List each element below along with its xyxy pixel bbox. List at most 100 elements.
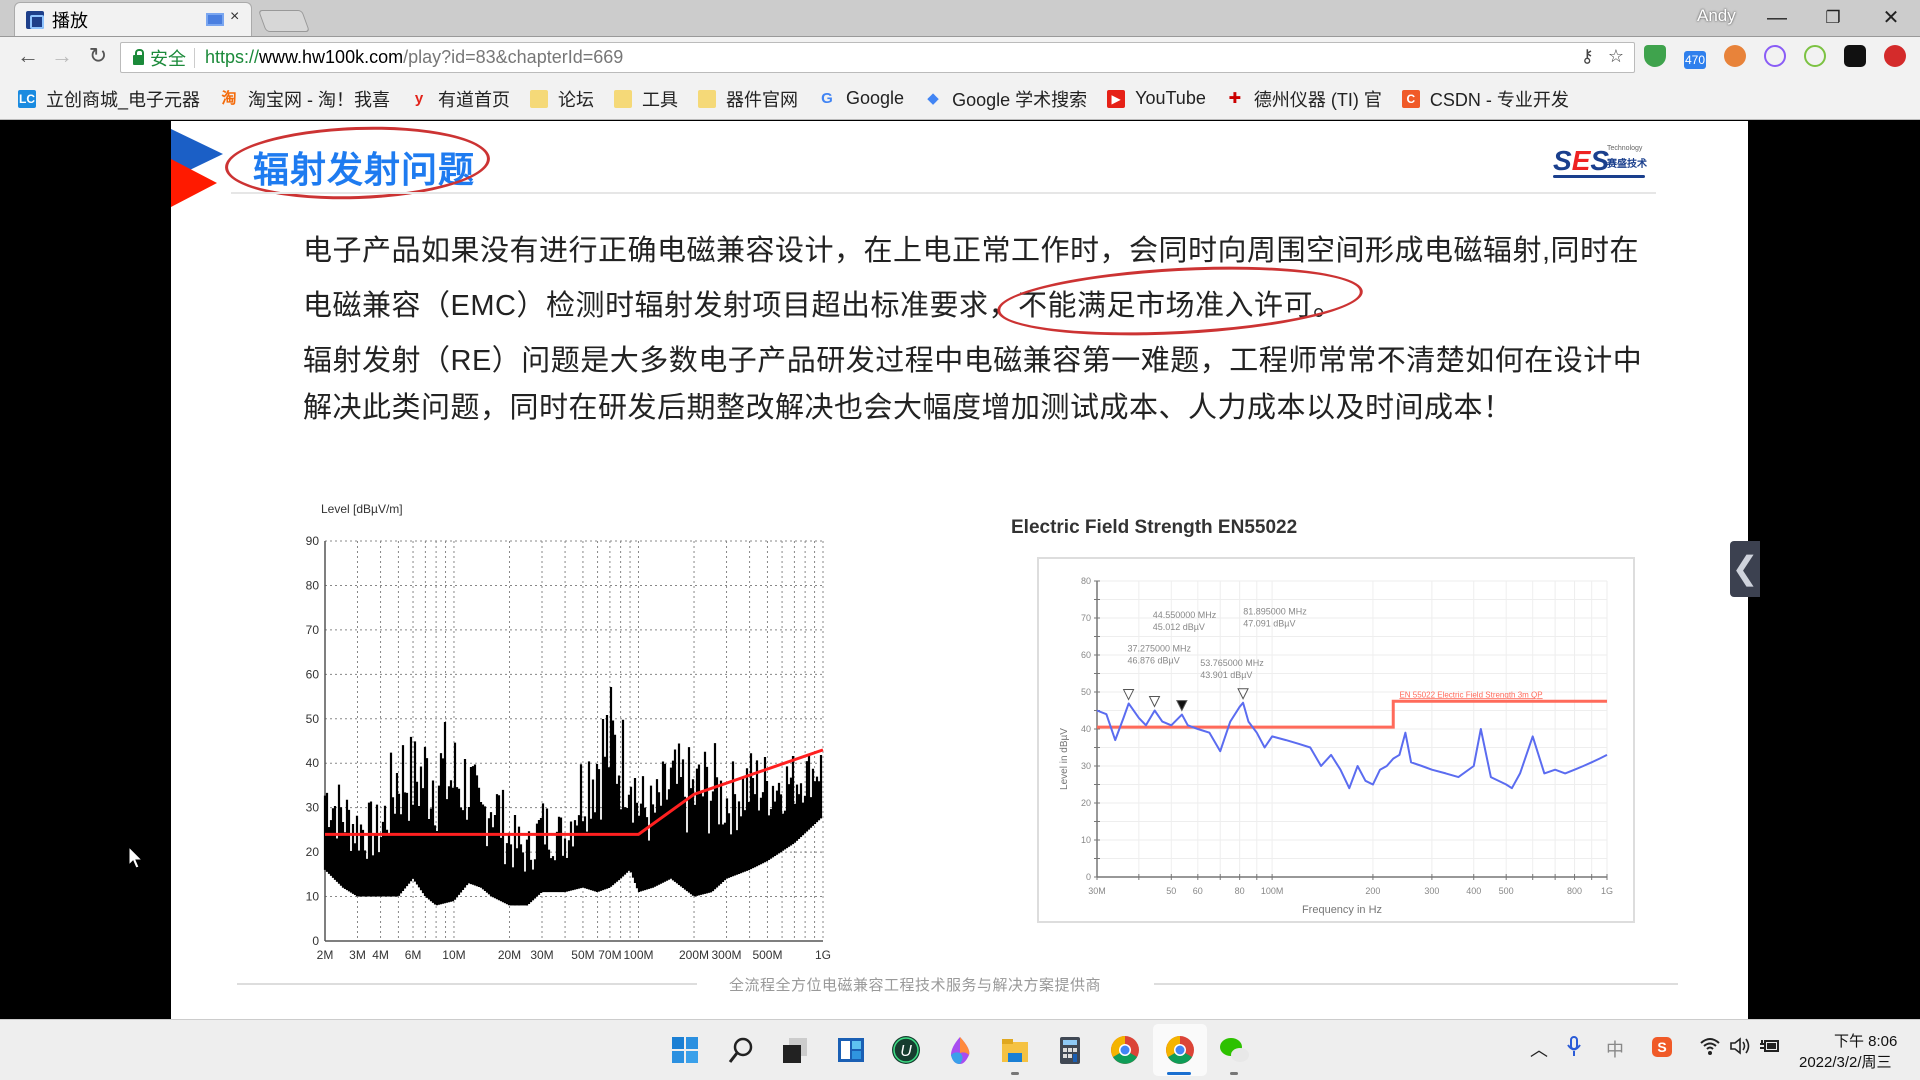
y-tick-label: 60 (1081, 650, 1091, 660)
bookmark-label: 器件官网 (726, 89, 799, 110)
x-tick-label: 20M (498, 948, 521, 962)
marker-level-label: 45.012 dBµV (1153, 622, 1205, 632)
wifi-icon[interactable] (1699, 1036, 1721, 1056)
clock-icon[interactable] (1764, 45, 1786, 67)
video-player[interactable]: 辐射发射问题 SES Technology 赛盛技术 电子产品如果没有进行正确电… (0, 121, 1920, 1019)
forward-button[interactable]: → (48, 43, 76, 69)
clock-time[interactable]: 下午 8:06 (1834, 1030, 1897, 1051)
folder-icon (530, 89, 549, 108)
bookmark-item[interactable]: 论坛 (530, 86, 594, 112)
y-tick-label: 30 (1081, 761, 1091, 771)
x-tick-label: 300M (712, 948, 742, 962)
sogou-ime-icon[interactable]: S (1651, 1036, 1673, 1058)
ses-logo: SES (1553, 145, 1610, 176)
minimize-button[interactable]: — (1757, 4, 1797, 32)
address-bar[interactable]: 安全 https:// www.hw100k.com /play?id=83&c… (120, 42, 1635, 73)
tab-close-icon[interactable]: × (230, 8, 239, 26)
bookmark-item[interactable]: 器件官网 (698, 86, 798, 112)
y-tick-label: 40 (306, 756, 320, 770)
running-indicator (1230, 1072, 1238, 1075)
paint-icon[interactable] (945, 1035, 975, 1065)
microphone-icon[interactable] (1566, 1036, 1582, 1058)
ti-icon: ✚ (1228, 89, 1242, 107)
x-tick-label: 1G (815, 948, 831, 962)
task-view-icon[interactable] (780, 1035, 810, 1065)
google-icon: G (821, 89, 833, 107)
volume-icon[interactable] (1729, 1036, 1751, 1056)
battery-charging-icon[interactable] (1759, 1036, 1781, 1056)
chart-frame (1037, 557, 1635, 923)
search-icon[interactable] (726, 1035, 756, 1065)
chrome-active-icon[interactable] (1165, 1035, 1195, 1065)
logo-cn: 赛盛技术 (1607, 159, 1647, 170)
signal-badge-icon[interactable]: 470 (1684, 51, 1706, 69)
reload-button[interactable]: ↻ (84, 43, 112, 69)
annotation-circle (995, 258, 1365, 344)
running-indicator (1167, 1072, 1191, 1075)
bookmark-label: 有道首页 (438, 89, 511, 110)
show-hidden-icons-chevron-icon[interactable]: ︿ (1530, 1036, 1548, 1062)
youtube-icon: ▶ (1107, 89, 1126, 108)
marker-freq-label: 81.895000 MHz (1243, 606, 1307, 616)
bookmark-item[interactable]: C CSDN - 专业开发 (1401, 86, 1569, 112)
footer-divider (1154, 983, 1678, 985)
paragraph-line: 辐射发射（RE）问题是大多数电子产品研发过程中电磁兼容第一难题，工程师常常不清楚… (303, 345, 1643, 377)
x-tick-label: 6M (405, 948, 422, 962)
restore-button[interactable]: ❐ (1813, 4, 1853, 32)
sidebar-toggle-button[interactable]: ❮ (1730, 541, 1760, 597)
shield-check-icon[interactable] (1644, 45, 1666, 67)
x-axis-label: Frequency [Hz] (533, 972, 614, 973)
back-button[interactable]: ← (14, 43, 42, 69)
bookmark-item[interactable]: LC 立创商城_电子元器 (18, 86, 200, 112)
clock-date[interactable]: 2022/3/2/周三 (1799, 1051, 1892, 1072)
x-tick-label: 300 (1424, 886, 1439, 896)
x-tick-label: 10M (442, 948, 465, 962)
lime-icon[interactable] (1804, 45, 1826, 67)
start-icon[interactable] (670, 1035, 700, 1065)
lock-icon (133, 48, 144, 65)
bookmark-item[interactable]: ◆ Google 学术搜索 (924, 86, 1087, 112)
marker-freq-label: 37.275000 MHz (1128, 643, 1192, 653)
panda-icon[interactable] (1844, 45, 1866, 67)
profile-name[interactable]: Andy (1697, 6, 1736, 26)
bookmark-item[interactable]: y 有道首页 (410, 86, 510, 112)
y-tick-label: 80 (306, 578, 320, 592)
chrome-icon[interactable] (1110, 1035, 1140, 1065)
wechat-icon[interactable] (1219, 1035, 1249, 1065)
calculator-icon[interactable] (1055, 1035, 1085, 1065)
bookmark-label: 德州仪器 (TI) 官 (1253, 89, 1382, 110)
folder-icon (698, 89, 717, 108)
y-tick-label: 0 (1086, 872, 1091, 882)
x-tick-label: 500M (752, 948, 782, 962)
new-tab-button[interactable] (257, 10, 311, 32)
media-playing-icon[interactable] (206, 13, 224, 26)
chrome-cleanup-icon[interactable] (1724, 45, 1746, 67)
bookmark-item[interactable]: 工具 (614, 86, 678, 112)
upwork-icon[interactable]: U (891, 1035, 921, 1065)
upload-icon[interactable] (1884, 45, 1906, 67)
bookmark-item[interactable]: 淘淘宝网 - 淘！我喜 (220, 86, 391, 112)
y-tick-label: 20 (306, 845, 320, 859)
bookmark-item[interactable]: ▶ YouTube (1107, 88, 1206, 109)
taskbar: ︿ 中 S 下午 8:06 2022/3/2/周三 U (0, 1019, 1920, 1080)
widgets-icon[interactable] (836, 1035, 866, 1065)
marker-level-label: 46.876 dBµV (1128, 655, 1180, 665)
file-explorer-icon[interactable] (1000, 1035, 1030, 1065)
bookmark-item[interactable]: G Google (818, 88, 904, 109)
y-tick-label: 80 (1081, 576, 1091, 586)
x-tick-label: 100M (623, 948, 653, 962)
divider (194, 47, 195, 68)
title-divider (231, 192, 1656, 194)
bookmark-label: 论坛 (558, 89, 595, 110)
bookmark-star-icon[interactable]: ☆ (1608, 46, 1624, 67)
x-tick-label: 200 (1365, 886, 1380, 896)
browser-tab-content[interactable]: 播放 × (26, 4, 256, 36)
bookmark-item[interactable]: ✚ 德州仪器 (TI) 官 (1226, 86, 1382, 112)
x-tick-label: 50 (1166, 886, 1176, 896)
paragraph-line: 解决此类问题，同时在研发后期整改解决也会大幅度增加测试成本、人力成本以及时间成本… (303, 392, 1513, 424)
y-tick-label: 50 (306, 712, 320, 726)
key-icon[interactable]: ⚷ (1581, 46, 1594, 67)
ime-indicator[interactable]: 中 (1606, 1036, 1624, 1062)
close-window-button[interactable]: ✕ (1871, 4, 1911, 32)
logo-swoosh (1553, 175, 1645, 178)
